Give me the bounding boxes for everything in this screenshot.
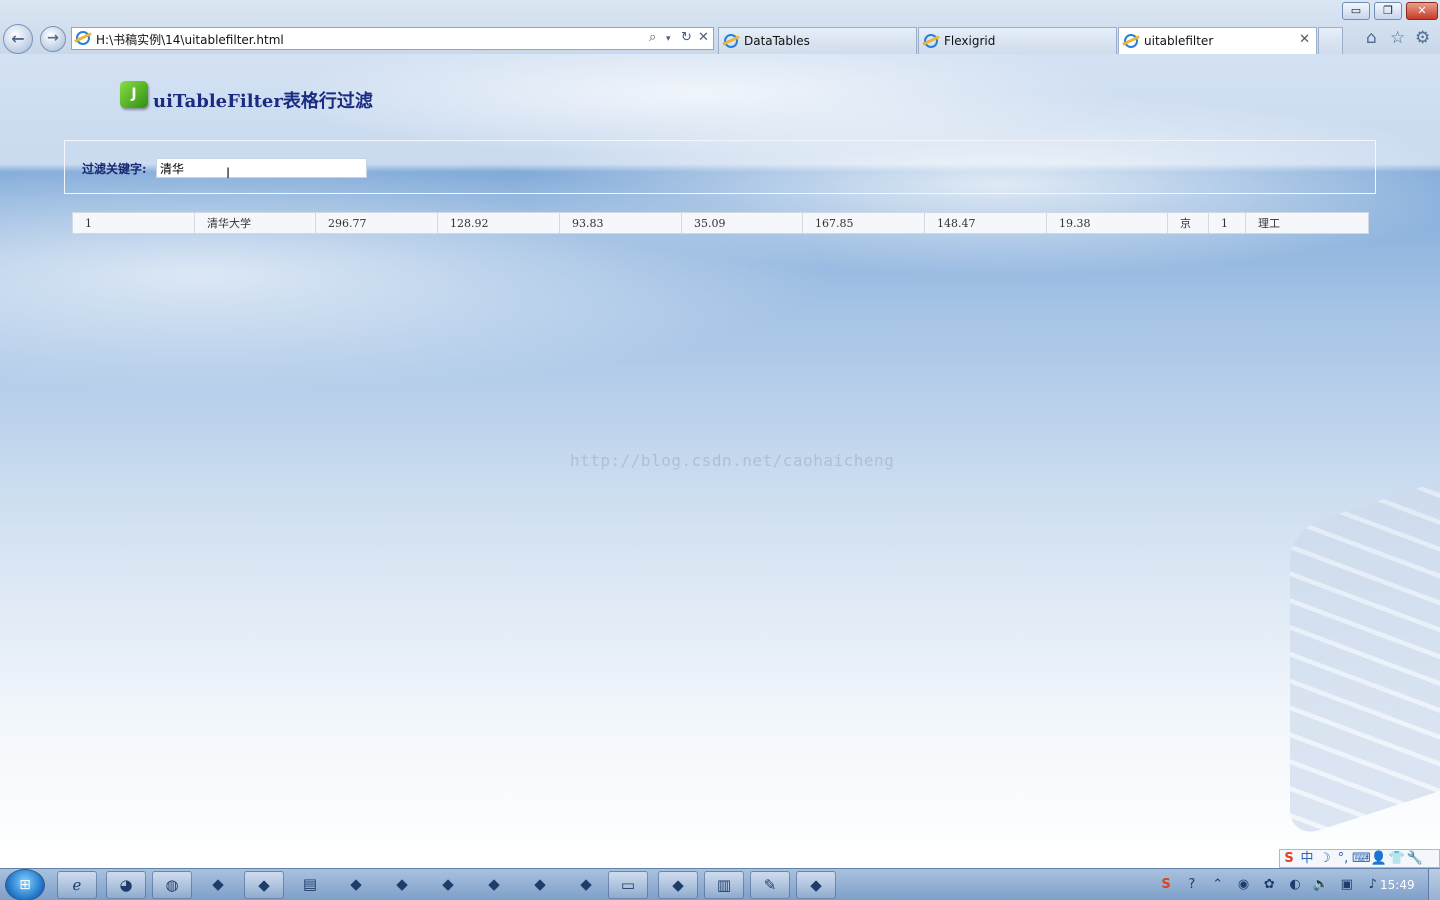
ime-tool-icon[interactable]: 中 <box>1298 850 1316 867</box>
app-icon[interactable]: ◆ <box>474 871 514 899</box>
system-tray: S ? ⌃ ◉ ✿ ◐ 🔈 ▣ ♪ <box>1155 873 1384 897</box>
tab-label: Flexigrid <box>944 34 996 48</box>
star-icon[interactable]: ☆ <box>1390 28 1405 48</box>
home-icon[interactable]: ⌂ <box>1366 28 1377 48</box>
table-cell: 148.47 <box>924 212 1047 234</box>
monitor-icon[interactable]: ▣ <box>1336 873 1358 897</box>
address-bar[interactable]: H:\书稿实例\14\uitablefilter.html ⌕ ▾ ↻ ✕ <box>71 27 714 50</box>
filter-label: 过滤关键字: <box>82 162 147 176</box>
stop-icon[interactable]: ✕ <box>698 30 709 45</box>
help-icon[interactable]: ? <box>1181 873 1203 897</box>
table-cell: 167.85 <box>802 212 925 234</box>
network-icon[interactable]: ◉ <box>1232 873 1254 897</box>
search-icon[interactable]: ⌕ <box>649 30 656 45</box>
jquery-logo-icon: J <box>120 81 148 108</box>
minimize-button[interactable]: ▭ <box>1342 2 1370 20</box>
browser-chrome: ▭ ❐ ✕ ← → H:\书稿实例\14\uitablefilter.html … <box>0 0 1440 54</box>
table-body: 1 清华大学 296.77 128.92 93.83 35.09 167.85 148.47 1… <box>72 212 1369 234</box>
table-cell: 清华大学 <box>194 212 316 234</box>
back-icon: ← <box>11 29 25 48</box>
ime-tool-icon[interactable]: S <box>1280 850 1298 867</box>
table-cell: 35.09 <box>681 212 803 234</box>
address-text[interactable]: H:\书稿实例\14\uitablefilter.html <box>96 31 284 48</box>
app-icon[interactable]: ◆ <box>244 871 284 899</box>
background-keyboard-decor <box>1290 458 1440 840</box>
ime-tool-icon[interactable]: ⌨ <box>1352 850 1371 867</box>
ie-icon[interactable]: ℯ <box>57 871 97 899</box>
ie-page-icon <box>76 31 90 45</box>
tab-label: DataTables <box>744 34 810 48</box>
close-window-button[interactable]: ✕ <box>1406 2 1438 20</box>
table-cell: 京 <box>1167 212 1209 234</box>
ie-tab-icon <box>724 34 738 48</box>
ie-tab-icon <box>924 34 938 48</box>
app-icon[interactable]: ◆ <box>566 871 606 899</box>
firefox-icon[interactable]: ◍ <box>152 871 192 899</box>
new-tab-button[interactable] <box>1318 27 1343 54</box>
app-icon[interactable]: ◆ <box>336 871 376 899</box>
app-tray-icon[interactable]: ✿ <box>1258 873 1280 897</box>
app-icon[interactable]: ◆ <box>428 871 468 899</box>
forward-button[interactable]: → <box>40 26 66 52</box>
notepad-icon[interactable]: ▤ <box>290 871 330 899</box>
ime-tool-icon[interactable]: 👕 <box>1388 850 1406 867</box>
filter-panel: 过滤关键字: <box>64 140 1376 194</box>
taskbar: ⊞ ℯ ◕ ◍ ◆ ◆ ▤ ◆ ◆ ◆ ◆ ◆ ◆ ▭ ◆ ▥ ✎ ◆ S ? ⌃ ◉ ✿ ◐ 🔈 ▣ ♪ 15… <box>0 868 1440 900</box>
ime-tool-icon[interactable]: 👤 <box>1370 850 1388 867</box>
pdf-icon[interactable]: ▥ <box>704 871 744 899</box>
table-cell: 19.38 <box>1046 212 1168 234</box>
data-table: 1 清华大学 296.77 128.92 93.83 35.09 167.85 148.47 1… <box>72 212 1369 234</box>
dropdown-icon[interactable]: ▾ <box>666 34 671 44</box>
refresh-icon[interactable]: ↻ <box>681 30 692 45</box>
table-cell: 理工 <box>1245 212 1369 234</box>
table-cell: 128.92 <box>437 212 560 234</box>
ime-tool-icon[interactable]: ☽ <box>1316 850 1334 867</box>
tab-flexigrid[interactable]: Flexigrid <box>918 27 1117 54</box>
tab-uitablefilter[interactable]: uitablefilter ✕ <box>1118 27 1317 54</box>
table-cell: 1 <box>72 212 195 234</box>
text-cursor-icon: I <box>226 166 231 182</box>
show-desktop-button[interactable] <box>1428 869 1440 900</box>
app-icon[interactable]: ◆ <box>796 871 836 899</box>
app-icon[interactable]: ◆ <box>658 871 698 899</box>
clock[interactable]: 15:49 <box>1380 878 1415 892</box>
table-cell: 296.77 <box>315 212 438 234</box>
sogou-icon[interactable]: S <box>1155 873 1177 897</box>
tab-datatables[interactable]: DataTables <box>718 27 917 54</box>
app-icon[interactable]: ◆ <box>198 871 238 899</box>
filter-input[interactable] <box>156 158 367 178</box>
restore-button[interactable]: ❐ <box>1374 2 1402 20</box>
tray-expand-icon[interactable]: ⌃ <box>1207 873 1229 897</box>
app-tray-icon[interactable]: ◐ <box>1284 873 1306 897</box>
chrome-icon[interactable]: ◕ <box>106 871 146 899</box>
ime-toolbar[interactable]: S 中 ☽ °, ⌨👤 👕 🔧 <box>1279 849 1440 868</box>
start-button[interactable]: ⊞ <box>5 869 45 900</box>
tab-close-button[interactable]: ✕ <box>1299 32 1310 47</box>
ime-tool-icon[interactable]: °, <box>1334 850 1352 867</box>
gear-icon[interactable]: ⚙ <box>1415 28 1430 48</box>
ie-tab-icon <box>1124 34 1138 48</box>
tab-label: uitablefilter <box>1144 34 1214 48</box>
table-cell: 93.83 <box>559 212 682 234</box>
table-row: 1 清华大学 296.77 128.92 93.83 35.09 167.85 148.47 1… <box>72 212 1369 234</box>
table-cell: 1 <box>1208 212 1246 234</box>
editor-icon[interactable]: ✎ <box>750 871 790 899</box>
ime-tool-icon[interactable]: 🔧 <box>1406 850 1424 867</box>
page-title: uiTableFilter表格行过滤 <box>153 91 373 112</box>
page-content: J uiTableFilter表格行过滤 过滤关键字: I 1清华大学296.7… <box>0 54 1440 868</box>
explorer-icon[interactable]: ▭ <box>608 871 648 899</box>
volume-icon[interactable]: 🔈 <box>1310 873 1332 897</box>
app-icon[interactable]: ◆ <box>382 871 422 899</box>
app-icon[interactable]: ◆ <box>520 871 560 899</box>
forward-icon: → <box>47 30 59 46</box>
back-button[interactable]: ← <box>3 24 33 54</box>
watermark: http://blog.csdn.net/caohaicheng <box>570 451 895 470</box>
